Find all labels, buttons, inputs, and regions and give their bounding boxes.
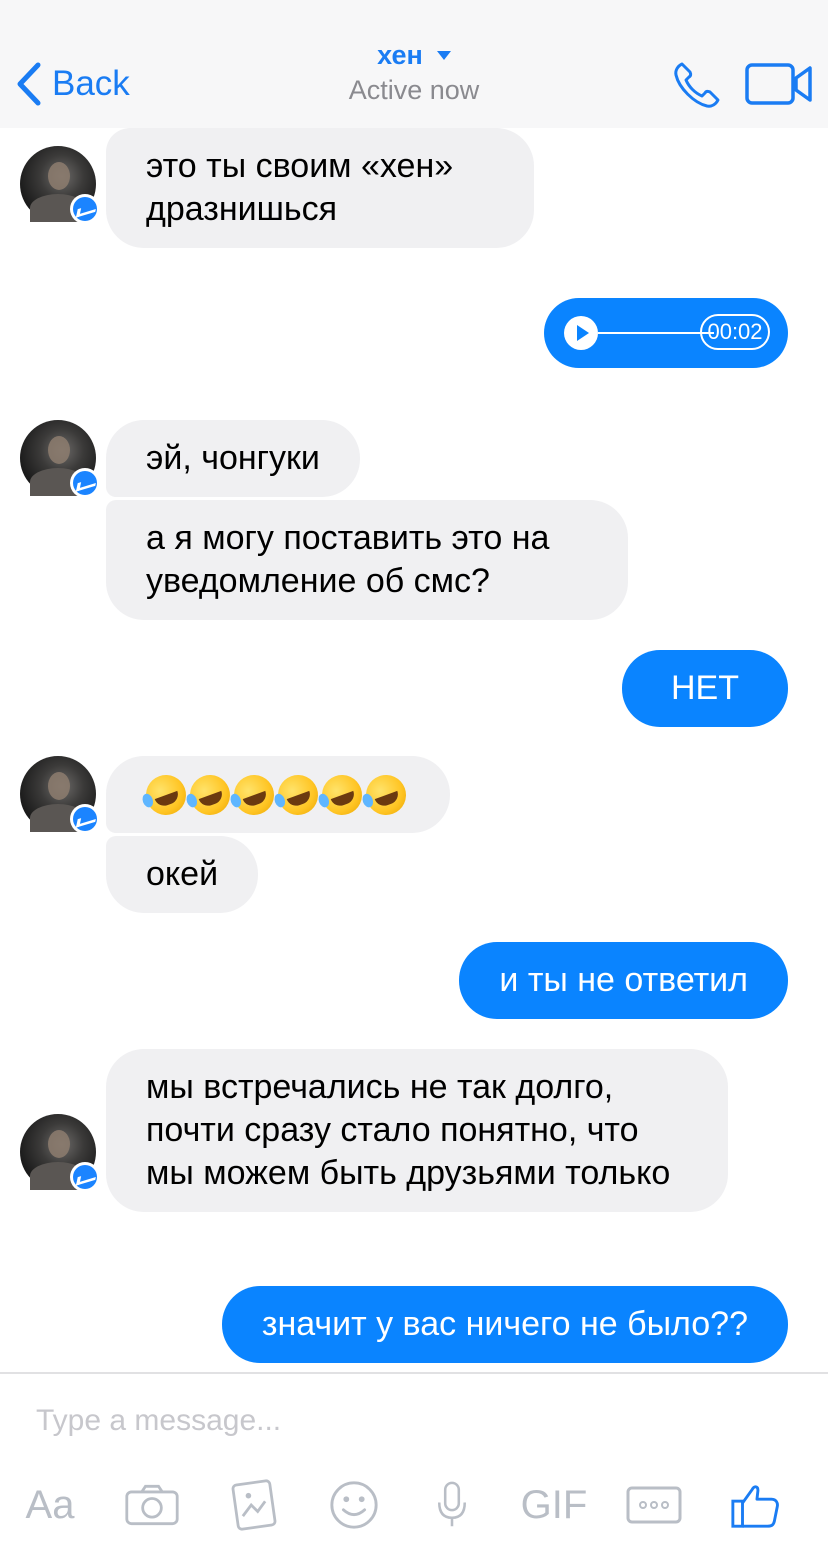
camera-icon [125, 1484, 179, 1526]
message-text: мы встречались не так долго, почти сразу… [146, 1068, 671, 1192]
message-text: и ты не ответил [499, 961, 748, 999]
call-button[interactable] [670, 58, 724, 112]
contact-name: хен [377, 40, 423, 70]
voice-button[interactable] [424, 1470, 480, 1540]
outgoing-message[interactable]: НЕТ [622, 650, 788, 727]
caret-down-icon [436, 51, 451, 60]
message-text: эй, чонгуки [146, 439, 320, 477]
incoming-message[interactable]: окей [106, 836, 259, 913]
video-camera-icon [745, 63, 812, 105]
laughing-emoji-icon [360, 768, 412, 821]
more-button[interactable] [624, 1470, 684, 1540]
messenger-badge-icon [70, 468, 100, 498]
message-text: а я могу поставить это на уведомление об… [146, 519, 550, 600]
microphone-icon [437, 1481, 467, 1527]
messenger-badge-icon [70, 1162, 100, 1192]
laughing-emoji-icon [184, 768, 236, 821]
video-call-button[interactable] [744, 62, 814, 106]
outgoing-message[interactable]: и ты не ответил [459, 942, 788, 1019]
messenger-badge-icon [70, 804, 100, 834]
message-input[interactable] [36, 1398, 796, 1444]
gif-label: GIF [520, 1482, 588, 1527]
emoji-row [140, 768, 412, 821]
emoji-icon [330, 1481, 378, 1529]
font-label: Aa [25, 1482, 75, 1527]
photo-icon [231, 1479, 277, 1531]
like-button[interactable] [726, 1470, 786, 1540]
phone-icon [674, 62, 720, 108]
message-text: это ты своим «хен» дразнишься [146, 147, 454, 228]
contact-avatar[interactable] [20, 420, 100, 498]
composer-divider [0, 1372, 828, 1374]
laughing-emoji-icon [272, 768, 324, 821]
contact-avatar[interactable] [20, 146, 100, 224]
composer-toolbar: Aa GIF [0, 1470, 828, 1540]
laughing-emoji-icon [228, 768, 280, 821]
gif-button[interactable]: GIF [516, 1470, 592, 1540]
incoming-emoji-message[interactable] [106, 756, 450, 833]
chat-header: Back хен Active now [0, 0, 828, 128]
camera-button[interactable] [120, 1470, 184, 1540]
voice-message[interactable]: 00:02 [544, 298, 788, 368]
incoming-message[interactable]: это ты своим «хен» дразнишься [106, 128, 534, 248]
message-text: НЕТ [671, 669, 739, 707]
emoji-button[interactable] [322, 1470, 386, 1540]
messenger-badge-icon [70, 194, 100, 224]
message-text: значит у вас ничего не было?? [261, 1305, 748, 1343]
audio-progress-track [598, 332, 714, 334]
more-icon [626, 1486, 682, 1524]
contact-avatar[interactable] [20, 756, 100, 834]
laughing-emoji-icon [316, 768, 368, 821]
contact-avatar[interactable] [20, 1114, 100, 1192]
font-button[interactable]: Aa [18, 1470, 82, 1540]
incoming-message[interactable]: мы встречались не так долго, почти сразу… [106, 1049, 728, 1212]
incoming-message[interactable]: эй, чонгуки [106, 420, 360, 497]
play-icon[interactable] [564, 316, 598, 350]
incoming-message[interactable]: а я могу поставить это на уведомление об… [106, 500, 628, 620]
audio-duration: 00:02 [700, 314, 770, 350]
laughing-emoji-icon [140, 768, 192, 821]
like-icon [731, 1485, 779, 1528]
message-text: окей [146, 855, 219, 893]
outgoing-message[interactable]: значит у вас ничего не было?? [221, 1286, 788, 1363]
gallery-button[interactable] [222, 1470, 286, 1540]
